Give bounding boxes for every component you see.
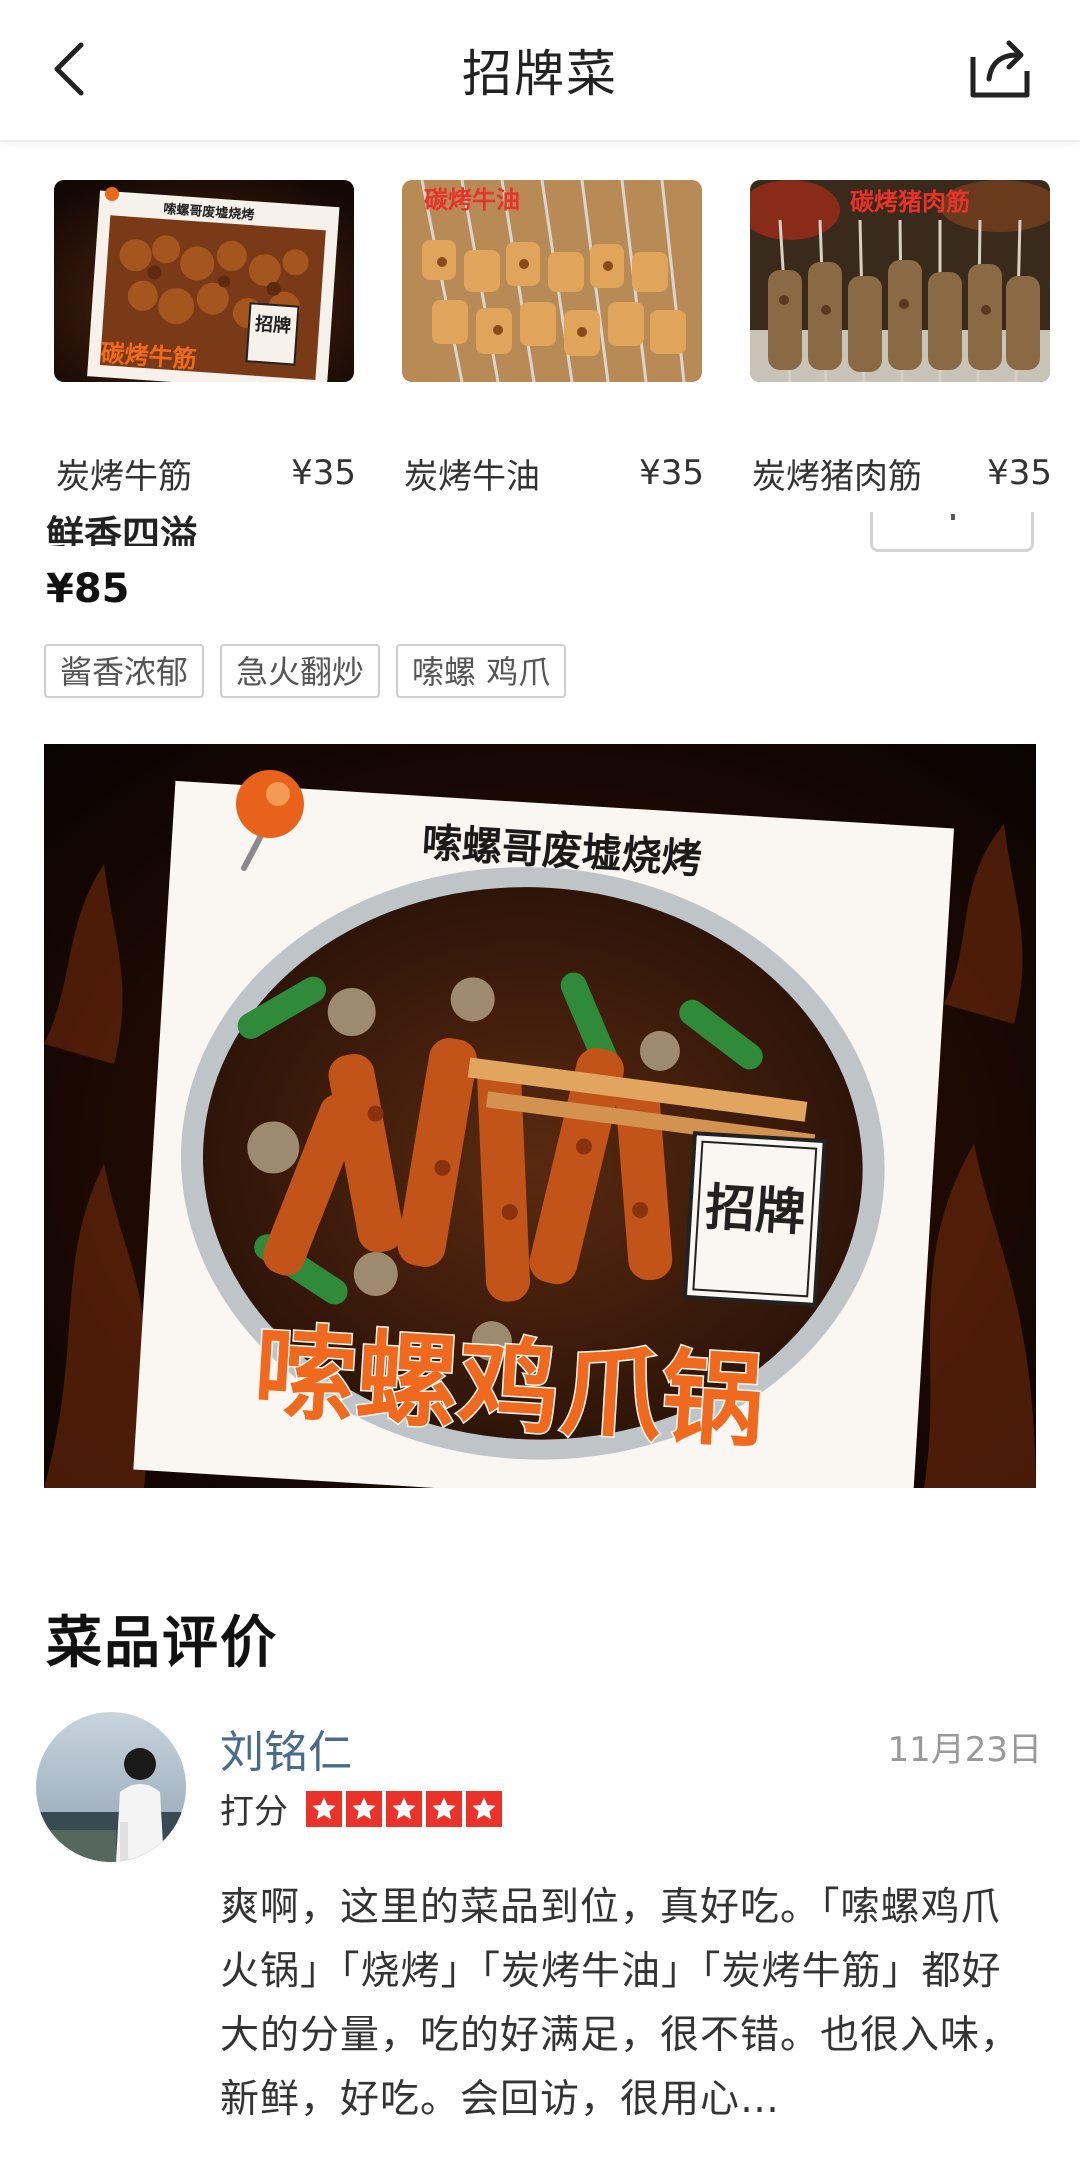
- item-price: ¥35: [987, 453, 1052, 493]
- carousel-item-info: 炭烤牛筋 ¥35: [56, 448, 356, 498]
- item-name: 炭烤牛油: [404, 456, 540, 497]
- dish-thumbnail: 碳烤牛油: [402, 180, 702, 382]
- rating-label: 打分: [220, 1792, 288, 1832]
- share-icon: [970, 40, 1030, 98]
- signature-dish-carousel: 招牌 嗦螺哥废墟烧烤 碳烤牛筋 炭烤牛筋 ¥35 碳烤牛油 炭烤牛油 ¥35 碳…: [0, 142, 1080, 512]
- dish-thumbnail: 招牌 嗦螺哥废墟烧烤 碳烤牛筋: [54, 180, 354, 382]
- review-rating: 打分: [220, 1784, 502, 1833]
- review-username[interactable]: 刘铭仁: [220, 1716, 352, 1780]
- carousel-item-beef-tendon[interactable]: 招牌 嗦螺哥废墟烧烤 碳烤牛筋 炭烤牛筋 ¥35: [54, 180, 356, 497]
- top-nav-bar: 招牌菜: [0, 0, 1080, 142]
- hero-badge-text: 招牌: [704, 1178, 807, 1242]
- star-rating: [306, 1790, 502, 1827]
- carousel-item-pork-tendon[interactable]: 碳烤猪肉筋 炭烤猪肉筋 ¥35: [750, 180, 1052, 497]
- reviews-section-title: 菜品评价: [46, 1611, 278, 1676]
- item-name: 炭烤牛筋: [56, 456, 192, 497]
- image-caption: 碳烤猪肉筋: [850, 188, 970, 216]
- star-icon: [346, 1790, 382, 1827]
- dish-thumbnail: 碳烤猪肉筋: [750, 180, 1050, 382]
- carousel-item-info: 炭烤牛油 ¥35: [404, 448, 704, 498]
- star-icon: [466, 1790, 502, 1827]
- badge-text: 招牌: [254, 313, 291, 337]
- pin-icon: [105, 187, 119, 201]
- review-text[interactable]: 爽啊，这里的菜品到位，真好吃。「嗦螺鸡爪火锅」「烧烤」「炭烤牛油」「炭烤牛筋」都…: [220, 1876, 1040, 2132]
- tag-item: 嗦螺 鸡爪: [396, 644, 567, 698]
- page-title: 招牌菜: [462, 45, 618, 103]
- item-price: ¥35: [639, 453, 704, 493]
- tag-item: 急火翻炒: [220, 644, 381, 698]
- star-icon: [386, 1790, 422, 1827]
- carousel-item-beef-fat[interactable]: 碳烤牛油 炭烤牛油 ¥35: [402, 180, 704, 497]
- dish-hero-image[interactable]: 招牌 嗦螺哥废墟烧烤 嗦螺鸡爪锅: [44, 744, 1036, 1488]
- dish-name-text: 鲜香四溢: [46, 513, 199, 546]
- review-date: 11月23日: [887, 1730, 1042, 1770]
- tag-item: 酱香浓郁: [44, 644, 205, 698]
- item-name: 炭烤猪肉筋: [752, 456, 922, 497]
- avatar[interactable]: [36, 1712, 186, 1862]
- dish-detail-screen: 招牌菜 鲜香四溢 招牌 嗦螺哥废墟烧烤 碳烤牛筋 炭烤牛筋 ¥35 碳烤牛油 炭…: [0, 0, 1080, 2160]
- star-icon: [426, 1790, 462, 1827]
- image-caption: 碳烤牛油: [424, 186, 520, 214]
- star-icon: [306, 1790, 342, 1827]
- dish-price: ¥85: [46, 566, 130, 612]
- dish-tags: 酱香浓郁 急火翻炒 嗦螺 鸡爪: [44, 644, 567, 698]
- item-price: ¥35: [291, 453, 356, 493]
- carousel-item-info: 炭烤猪肉筋 ¥35: [752, 448, 1052, 498]
- share-button[interactable]: [960, 28, 1040, 108]
